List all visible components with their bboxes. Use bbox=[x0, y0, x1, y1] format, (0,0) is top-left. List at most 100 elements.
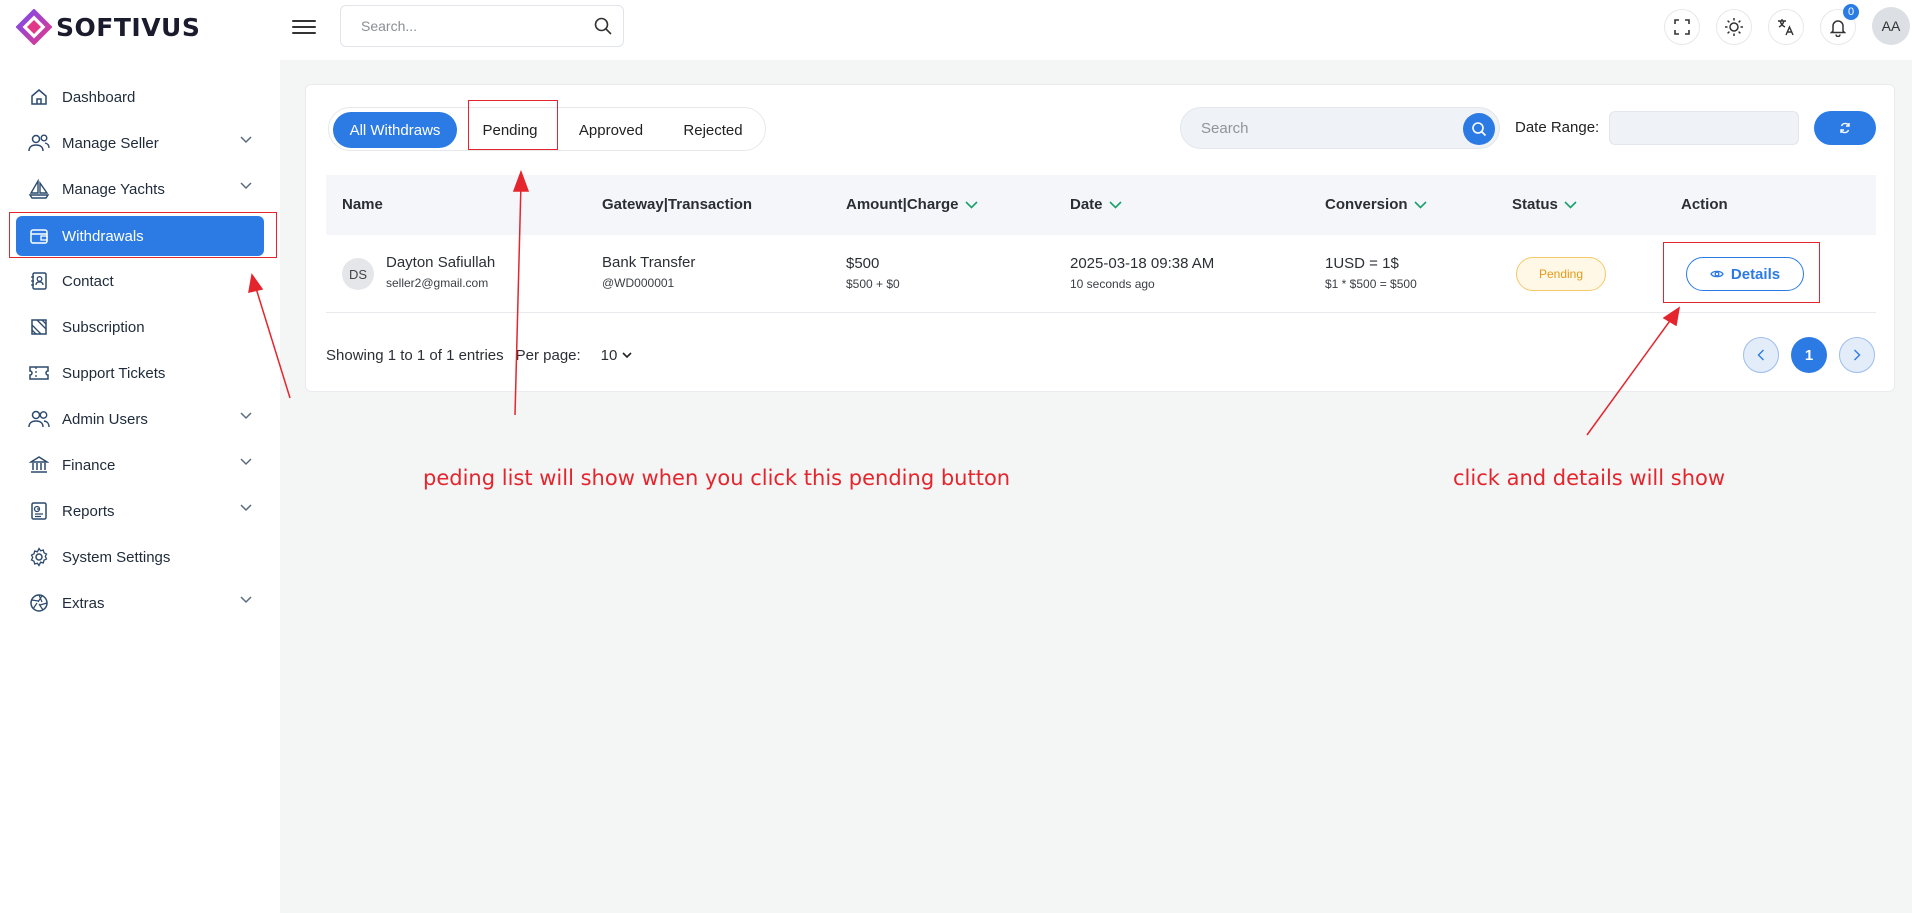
page-button-current[interactable]: 1 bbox=[1791, 337, 1827, 373]
sidebar-item-label: Support Tickets bbox=[62, 364, 166, 382]
table-footer: Showing 1 to 1 of 1 entries Per page: 10 bbox=[326, 347, 632, 364]
withdraw-search[interactable] bbox=[1180, 107, 1500, 149]
date-value: 2025-03-18 09:38 AM bbox=[1070, 255, 1215, 272]
status-badge: Pending bbox=[1516, 257, 1606, 291]
sidebar-item-extras[interactable]: Extras bbox=[16, 583, 264, 623]
gateway-name: Bank Transfer bbox=[602, 254, 696, 271]
details-annotation-text: click and details will show bbox=[1453, 466, 1726, 490]
details-button[interactable]: Details bbox=[1686, 257, 1804, 291]
sidebar-item-finance[interactable]: Finance bbox=[16, 445, 264, 485]
tab-rejected[interactable]: Rejected bbox=[667, 112, 759, 148]
sidebar: Dashboard Manage Seller Manage Yachts Wi… bbox=[0, 60, 280, 913]
entries-info: Showing 1 to 1 of 1 entries bbox=[326, 347, 504, 364]
sort-chevron-icon bbox=[1413, 200, 1427, 209]
sidebar-item-dashboard[interactable]: Dashboard bbox=[16, 77, 264, 117]
sidebar-item-label: Contact bbox=[62, 272, 114, 290]
date-range-input[interactable] bbox=[1609, 111, 1799, 145]
per-page-label: Per page: bbox=[515, 347, 581, 364]
chevron-right-icon bbox=[1854, 349, 1861, 361]
sidebar-item-label: Manage Yachts bbox=[62, 180, 165, 198]
chevron-down-icon bbox=[240, 136, 252, 144]
sidebar-item-label: Finance bbox=[62, 456, 116, 474]
fullscreen-button[interactable] bbox=[1664, 9, 1700, 45]
chevron-down-icon bbox=[622, 352, 632, 359]
tab-all-withdraws[interactable]: All Withdraws bbox=[333, 112, 457, 148]
bell-icon bbox=[1829, 20, 1847, 37]
user-avatar: DS bbox=[342, 258, 374, 290]
bank-icon bbox=[28, 454, 50, 476]
search-button[interactable] bbox=[1463, 113, 1495, 145]
chevron-down-icon bbox=[240, 596, 252, 604]
column-gateway: Gateway|Transaction bbox=[602, 196, 753, 213]
notifications-button[interactable]: 0 bbox=[1820, 4, 1859, 45]
sidebar-item-withdrawals[interactable]: Withdrawals bbox=[16, 216, 264, 256]
sidebar-item-contact[interactable]: Contact bbox=[16, 261, 264, 301]
users-icon bbox=[28, 132, 50, 154]
admin-users-icon bbox=[28, 408, 50, 430]
name-cell: Dayton Safiullah seller2@gmail.com bbox=[386, 254, 495, 290]
per-page: Per page: 10 bbox=[516, 347, 633, 364]
sidebar-item-label: Manage Seller bbox=[62, 134, 159, 152]
charge-value: $500 + $0 bbox=[846, 277, 900, 291]
search-icon[interactable] bbox=[593, 16, 613, 36]
sidebar-item-label: Dashboard bbox=[62, 88, 136, 106]
seller-name: Dayton Safiullah bbox=[386, 254, 496, 271]
date-relative: 10 seconds ago bbox=[1070, 277, 1155, 291]
sidebar-item-reports[interactable]: Reports bbox=[16, 491, 264, 531]
date-range-label: Date Range: bbox=[1515, 119, 1600, 136]
sort-chevron-icon bbox=[1564, 200, 1577, 209]
gear-icon bbox=[28, 546, 50, 568]
global-search-input[interactable] bbox=[361, 18, 581, 34]
global-search[interactable] bbox=[340, 5, 624, 47]
notification-count-badge: 0 bbox=[1843, 4, 1859, 20]
theme-toggle-button[interactable] bbox=[1716, 9, 1752, 45]
sidebar-item-manage-yachts[interactable]: Manage Yachts bbox=[16, 169, 264, 209]
wallet-icon bbox=[28, 225, 50, 247]
chevron-down-icon bbox=[240, 412, 252, 420]
translate-icon bbox=[1778, 19, 1794, 36]
conversion-rate: 1USD = 1$ bbox=[1325, 255, 1399, 272]
column-status[interactable]: Status bbox=[1512, 196, 1577, 213]
tab-pending[interactable]: Pending bbox=[467, 112, 553, 148]
sidebar-item-support-tickets[interactable]: Support Tickets bbox=[16, 353, 264, 393]
amount-cell: $500 $500 + $0 bbox=[846, 255, 900, 291]
refresh-icon bbox=[1840, 122, 1850, 134]
column-conversion[interactable]: Conversion bbox=[1325, 196, 1427, 213]
status-tabs: All Withdraws Pending Approved Rejected bbox=[328, 107, 766, 151]
contact-book-icon bbox=[28, 270, 50, 292]
column-amount[interactable]: Amount|Charge bbox=[846, 196, 978, 213]
pending-annotation-text: peding list will show when you click thi… bbox=[423, 466, 1011, 490]
language-button[interactable] bbox=[1768, 9, 1804, 45]
prev-page-button[interactable] bbox=[1743, 337, 1779, 373]
per-page-select[interactable]: 10 bbox=[601, 347, 633, 364]
search-icon bbox=[1472, 122, 1487, 137]
logo[interactable]: SOFTIVUS bbox=[16, 9, 200, 45]
sidebar-item-label: Extras bbox=[62, 594, 105, 612]
sort-chevron-icon bbox=[964, 200, 978, 209]
table-row: DS Dayton Safiullah seller2@gmail.com Ba… bbox=[326, 235, 1876, 313]
sidebar-item-admin-users[interactable]: Admin Users bbox=[16, 399, 264, 439]
chevron-down-icon bbox=[240, 504, 252, 512]
column-date[interactable]: Date bbox=[1070, 196, 1122, 213]
sort-chevron-icon bbox=[1108, 200, 1122, 209]
sidebar-item-label: Reports bbox=[62, 502, 115, 520]
subscription-icon bbox=[28, 316, 50, 338]
refresh-button[interactable] bbox=[1814, 111, 1876, 145]
sidebar-item-system-settings[interactable]: System Settings bbox=[16, 537, 264, 577]
next-page-button[interactable] bbox=[1839, 337, 1875, 373]
amount-value: $500 bbox=[846, 255, 880, 272]
user-avatar[interactable]: AA bbox=[1872, 7, 1910, 45]
tab-approved[interactable]: Approved bbox=[561, 112, 661, 148]
transaction-id: @WD000001 bbox=[602, 276, 675, 290]
chevron-left-icon bbox=[1757, 349, 1764, 361]
sidebar-item-manage-seller[interactable]: Manage Seller bbox=[16, 123, 264, 163]
report-icon bbox=[28, 500, 50, 522]
sidebar-item-label: Subscription bbox=[62, 318, 145, 336]
sidebar-item-label: Admin Users bbox=[62, 410, 148, 428]
sidebar-item-subscription[interactable]: Subscription bbox=[16, 307, 264, 347]
withdraw-search-input[interactable] bbox=[1201, 120, 1441, 137]
sailboat-icon bbox=[28, 178, 50, 200]
fullscreen-icon bbox=[1674, 19, 1690, 35]
top-bar: SOFTIVUS Search... 0 AA bbox=[0, 0, 1912, 60]
menu-toggle-icon[interactable] bbox=[292, 16, 316, 36]
